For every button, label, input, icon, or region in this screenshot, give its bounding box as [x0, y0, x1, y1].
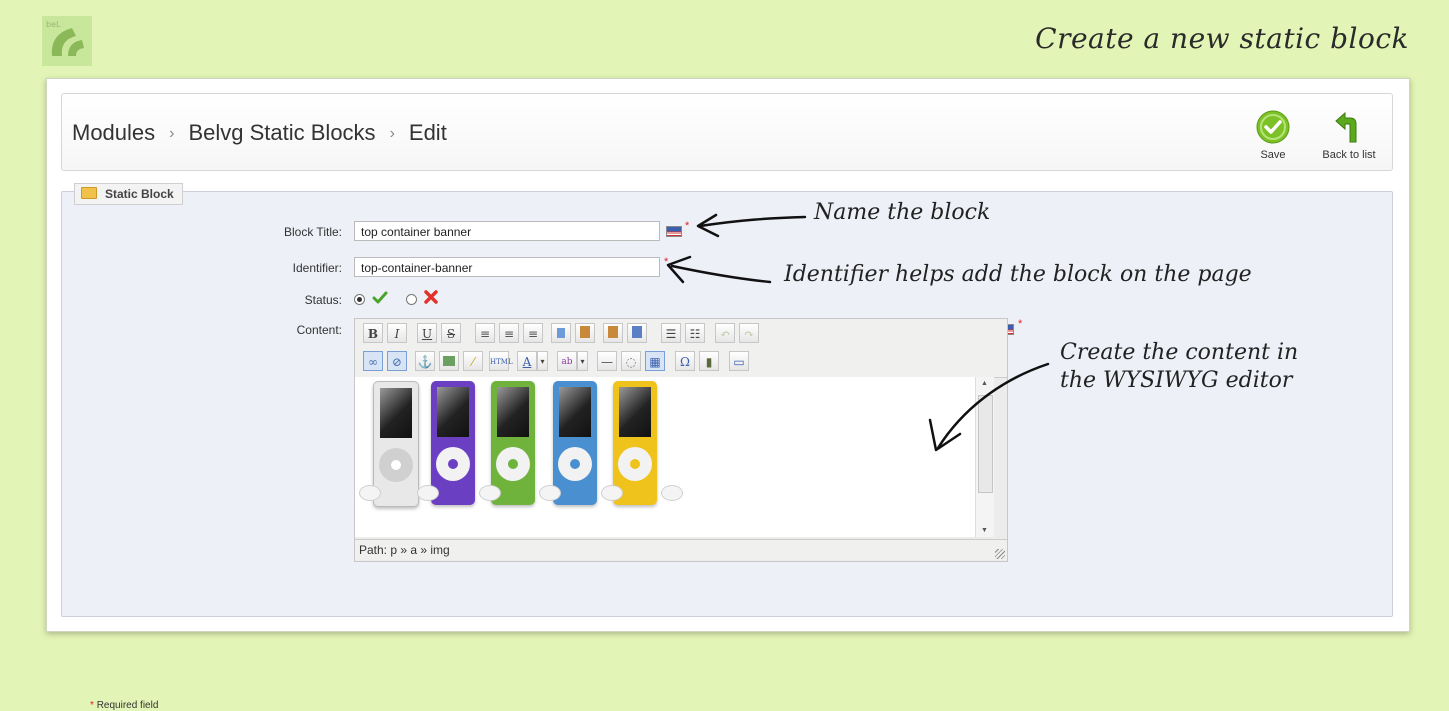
- annotation-arrows: [666, 213, 1050, 452]
- annotation-name-block: Name the block: [814, 200, 991, 225]
- required-field-note: * Required field: [90, 700, 159, 711]
- annotation-identifier-help: Identifier helps add the block on the pa…: [784, 262, 1252, 287]
- annotation-content-help-line2: the WYSIWYG editor: [1060, 368, 1293, 393]
- annotation-content-help-line1: Create the content in: [1060, 340, 1299, 365]
